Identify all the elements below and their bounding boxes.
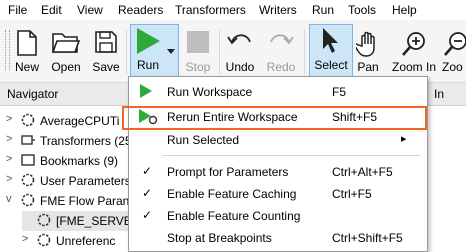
pan-hand-icon	[356, 31, 375, 57]
zoom-in-button[interactable]: Zoom In	[389, 28, 439, 80]
parameter-icon	[37, 233, 51, 247]
new-label: New	[14, 60, 39, 74]
tree-item-label: Transformers (25)	[40, 134, 136, 148]
new-file-icon	[17, 30, 37, 56]
run-play-icon	[140, 84, 152, 98]
redo-icon	[270, 34, 294, 45]
toolbar-grip[interactable]	[5, 30, 10, 70]
zoom-in-icon	[402, 32, 425, 56]
menu-item-shortcut: Ctrl+Shift+F5	[332, 231, 403, 245]
menu-item-label: Prompt for Parameters	[167, 165, 289, 179]
menu-item-label: Run Workspace	[167, 85, 253, 99]
menu-item-label: Stop at Breakpoints	[167, 231, 272, 245]
stop-button[interactable]: Stop	[181, 28, 215, 80]
menu-item-label: Enable Feature Counting	[167, 209, 301, 223]
navigator-title: Navigator	[7, 87, 59, 101]
new-button[interactable]: New	[12, 28, 42, 80]
toolbar-separator	[304, 30, 305, 74]
pan-button[interactable]: Pan	[353, 28, 383, 80]
menu-help[interactable]: Help	[392, 3, 417, 17]
checkmark-icon: ✓	[142, 208, 153, 222]
undo-button[interactable]: Undo	[224, 28, 256, 80]
select-button[interactable]: Select	[309, 24, 353, 77]
run-dropdown-button[interactable]	[164, 24, 179, 77]
user-parameters-icon	[21, 173, 35, 187]
pan-label: Pan	[357, 60, 379, 74]
menu-item-run-selected[interactable]: Run Selected ▸	[129, 129, 427, 151]
zoom-out-label: Zoo	[442, 60, 463, 74]
menu-item-run-workspace[interactable]: Run Workspace F5	[129, 81, 427, 103]
collapse-arrow-icon[interactable]: v	[6, 193, 12, 205]
run-play-icon	[137, 28, 160, 54]
menu-writers[interactable]: Writers	[259, 3, 297, 17]
menu-separator	[162, 155, 420, 156]
transformer-icon	[21, 135, 35, 145]
expand-arrow-icon[interactable]: >	[6, 153, 12, 165]
menu-item-shortcut: Ctrl+F5	[332, 187, 372, 201]
run-dropdown-menu: Run Workspace F5 Rerun Entire Workspace …	[128, 76, 428, 252]
bookmark-icon	[21, 154, 35, 166]
menu-item-stop-at-breakpoints[interactable]: Stop at Breakpoints Ctrl+Shift+F5	[129, 227, 427, 249]
flow-parameters-icon	[21, 193, 35, 207]
toolbar: New Open Save Undo Redo Pan Zoom In Zoo	[0, 20, 466, 83]
zoom-in-label: Zoom In	[391, 60, 436, 74]
tree-item-fme-server[interactable]: [FME_SERVE	[22, 211, 132, 231]
open-label: Open	[51, 60, 81, 74]
menu-bar: File Edit View Readers Transformers Writ…	[0, 0, 466, 20]
tree-item-label: User Parameters	[40, 174, 131, 188]
expand-arrow-icon[interactable]: >	[22, 233, 28, 245]
tree-item-label: FME Flow Paran	[40, 194, 130, 208]
undo-icon	[227, 34, 251, 45]
menu-item-label: Run Selected	[167, 133, 240, 147]
workspace-gear-icon	[21, 113, 35, 127]
open-button[interactable]: Open	[48, 28, 84, 80]
menu-item-shortcut: F5	[332, 85, 347, 99]
menu-file[interactable]: File	[8, 3, 27, 17]
menu-item-shortcut: Ctrl+Alt+F5	[332, 165, 393, 179]
highlight-box	[122, 106, 427, 130]
submenu-arrow-icon: ▸	[401, 133, 407, 145]
tree-item-label: Unreferenc	[56, 234, 116, 248]
expand-arrow-icon[interactable]: >	[6, 113, 12, 125]
menu-tools[interactable]: Tools	[348, 3, 376, 17]
menu-edit[interactable]: Edit	[41, 3, 62, 17]
expand-arrow-icon[interactable]: >	[6, 173, 12, 185]
run-label: Run	[136, 58, 159, 72]
zoom-out-button[interactable]: Zoo	[442, 28, 466, 80]
tree-item-label: [FME_SERVE	[56, 214, 132, 228]
run-button[interactable]: Run	[130, 24, 166, 77]
save-button[interactable]: Save	[90, 28, 122, 80]
save-icon	[95, 31, 117, 53]
toolbar-separator	[126, 30, 127, 74]
menu-item-prompt-for-parameters[interactable]: ✓ Prompt for Parameters Ctrl+Alt+F5	[129, 161, 427, 183]
cursor-arrow-icon	[323, 28, 338, 53]
menu-run[interactable]: Run	[312, 3, 334, 17]
checkmark-icon: ✓	[142, 186, 153, 200]
chevron-down-icon	[167, 49, 175, 54]
toolbar-separator	[219, 30, 220, 74]
undo-label: Undo	[225, 60, 255, 74]
menu-transformers[interactable]: Transformers	[175, 3, 246, 17]
redo-label: Redo	[266, 60, 296, 74]
menu-view[interactable]: View	[77, 3, 103, 17]
expand-arrow-icon[interactable]: >	[6, 133, 12, 145]
open-folder-icon	[52, 33, 80, 53]
stop-label: Stop	[185, 60, 211, 74]
save-label: Save	[92, 60, 120, 74]
zoom-out-icon	[444, 32, 466, 56]
right-panel-tab[interactable]: In	[428, 83, 466, 105]
menu-item-enable-feature-counting[interactable]: ✓ Enable Feature Counting	[129, 205, 427, 227]
checkmark-icon: ✓	[142, 164, 153, 178]
select-label: Select	[314, 58, 348, 72]
stop-square-icon	[187, 31, 209, 53]
menu-item-enable-feature-caching[interactable]: ✓ Enable Feature Caching Ctrl+F5	[129, 183, 427, 205]
tree-item-label: AverageCPUTi	[40, 114, 120, 128]
tree-item-label: Bookmarks (9)	[40, 154, 119, 168]
menu-item-label: Enable Feature Caching	[167, 187, 297, 201]
redo-button[interactable]: Redo	[264, 28, 298, 80]
parameter-icon	[37, 213, 51, 227]
menu-readers[interactable]: Readers	[118, 3, 163, 17]
right-panel-tab-label: In	[434, 87, 445, 101]
